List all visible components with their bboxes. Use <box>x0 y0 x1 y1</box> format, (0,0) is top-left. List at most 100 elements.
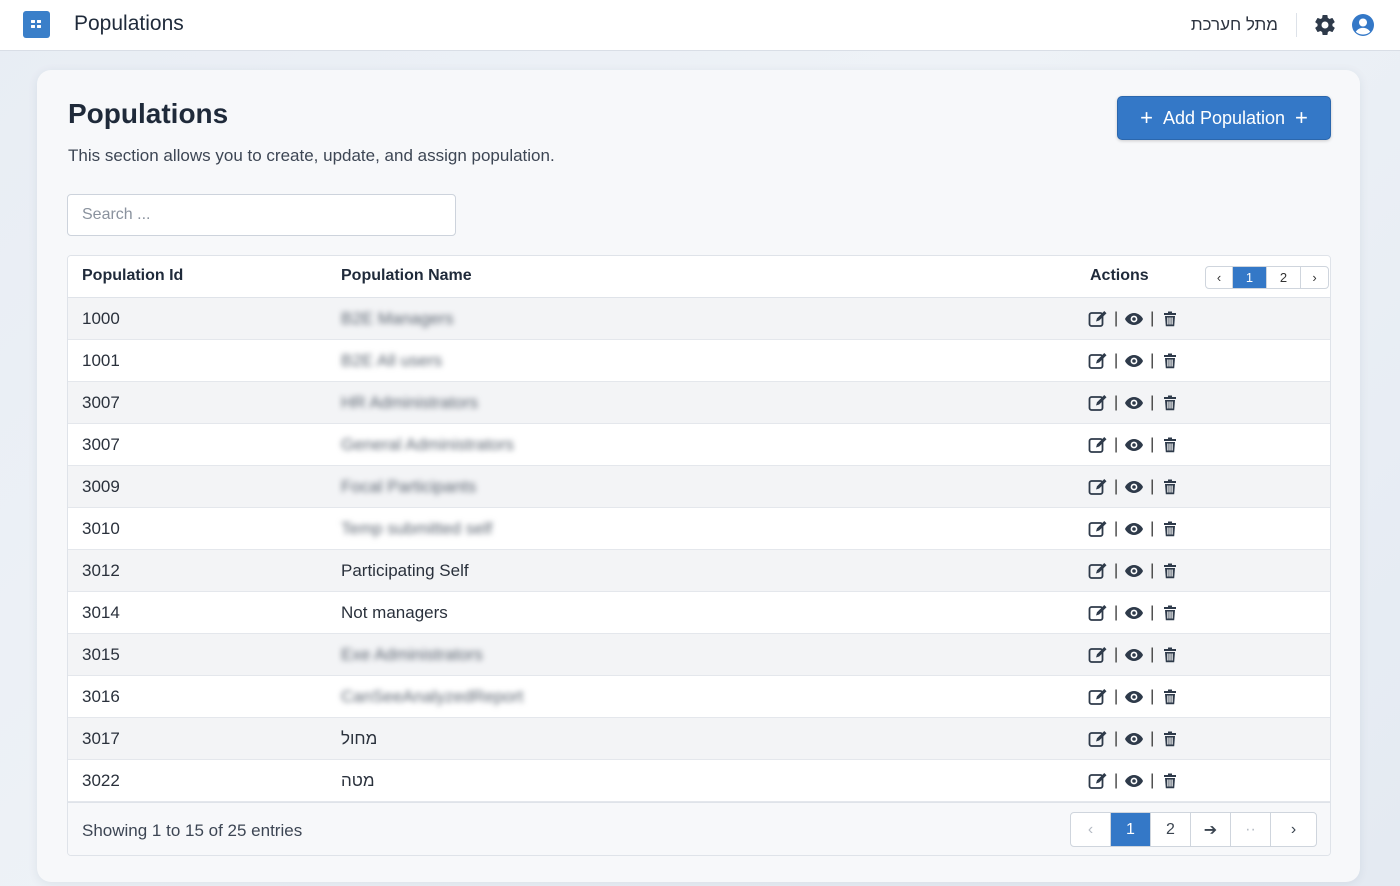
action-separator: | <box>1114 562 1119 579</box>
view-icon[interactable] <box>1124 309 1144 329</box>
action-separator: | <box>1114 646 1119 663</box>
population-id-cell: 3015 <box>82 645 120 664</box>
table-row: 3017 מחול | | <box>68 718 1330 760</box>
row-actions: | | <box>1088 519 1180 539</box>
top-pagination: ‹ 1 2 › <box>1205 266 1329 289</box>
action-separator: | <box>1150 310 1155 327</box>
edit-icon[interactable] <box>1088 393 1108 413</box>
action-separator: | <box>1150 646 1155 663</box>
pagination-next-arrow-icon[interactable]: ➔ <box>1191 813 1231 846</box>
page-description: This section allows you to create, updat… <box>68 146 555 165</box>
edit-icon[interactable] <box>1088 603 1108 623</box>
view-icon[interactable] <box>1124 393 1144 413</box>
delete-icon[interactable] <box>1160 603 1180 623</box>
user-avatar-icon[interactable] <box>1351 13 1375 37</box>
action-separator: | <box>1114 478 1119 495</box>
column-header-population-name[interactable]: Population Name <box>341 267 472 285</box>
row-actions: | | <box>1088 561 1180 581</box>
action-separator: | <box>1150 520 1155 537</box>
edit-icon[interactable] <box>1088 561 1108 581</box>
population-name-cell: General Administrators <box>341 435 514 454</box>
delete-icon[interactable] <box>1160 519 1180 539</box>
action-separator: | <box>1150 478 1155 495</box>
population-id-cell: 3012 <box>82 561 120 580</box>
population-id-cell: 3014 <box>82 603 120 622</box>
table-row: 3009 Focal Participants | | <box>68 466 1330 508</box>
table-row: 3007 HR Administrators | | <box>68 382 1330 424</box>
pagination-page-2[interactable]: 2 <box>1267 267 1301 288</box>
add-population-button[interactable]: + Add Population + <box>1117 96 1331 140</box>
edit-icon[interactable] <box>1088 729 1108 749</box>
population-name-cell: HR Administrators <box>341 393 478 412</box>
delete-icon[interactable] <box>1160 687 1180 707</box>
app-title: Populations <box>74 12 184 35</box>
population-name-cell: CanSeeAnalyzedReport <box>341 687 524 706</box>
action-separator: | <box>1114 688 1119 705</box>
action-separator: | <box>1150 730 1155 747</box>
delete-icon[interactable] <box>1160 351 1180 371</box>
pagination-last-icon[interactable]: › <box>1271 813 1316 846</box>
gear-icon[interactable] <box>1313 13 1337 37</box>
pagination-prev-icon[interactable]: ‹ <box>1071 813 1111 846</box>
edit-icon[interactable] <box>1088 309 1108 329</box>
row-actions: | | <box>1088 309 1180 329</box>
app-logo-icon[interactable] <box>23 11 50 38</box>
delete-icon[interactable] <box>1160 393 1180 413</box>
pagination-ellipsis: ·· <box>1231 813 1271 846</box>
populations-card: Populations This section allows you to c… <box>37 70 1360 882</box>
population-name-cell: Not managers <box>341 603 448 622</box>
search-input[interactable] <box>67 194 456 236</box>
edit-icon[interactable] <box>1088 645 1108 665</box>
delete-icon[interactable] <box>1160 771 1180 791</box>
page-title: Populations <box>68 98 229 129</box>
action-separator: | <box>1114 520 1119 537</box>
view-icon[interactable] <box>1124 645 1144 665</box>
delete-icon[interactable] <box>1160 645 1180 665</box>
pagination-page-1[interactable]: 1 <box>1111 813 1151 846</box>
delete-icon[interactable] <box>1160 309 1180 329</box>
edit-icon[interactable] <box>1088 771 1108 791</box>
table-row: 3014 Not managers | | <box>68 592 1330 634</box>
population-name-cell: B2E All users <box>341 351 443 370</box>
population-name-cell: Participating Self <box>341 561 469 580</box>
population-name-cell: B2E Managers <box>341 309 454 328</box>
view-icon[interactable] <box>1124 435 1144 455</box>
column-header-population-id[interactable]: Population Id <box>82 267 183 285</box>
edit-icon[interactable] <box>1088 477 1108 497</box>
delete-icon[interactable] <box>1160 477 1180 497</box>
delete-icon[interactable] <box>1160 561 1180 581</box>
pagination-page-2[interactable]: 2 <box>1151 813 1191 846</box>
edit-icon[interactable] <box>1088 435 1108 455</box>
table-row: 1001 B2E All users | | <box>68 340 1330 382</box>
view-icon[interactable] <box>1124 477 1144 497</box>
edit-icon[interactable] <box>1088 687 1108 707</box>
plus-icon: + <box>1140 105 1153 130</box>
delete-icon[interactable] <box>1160 729 1180 749</box>
action-separator: | <box>1114 310 1119 327</box>
table-row: 3007 General Administrators | | <box>68 424 1330 466</box>
view-icon[interactable] <box>1124 603 1144 623</box>
row-actions: | | <box>1088 603 1180 623</box>
edit-icon[interactable] <box>1088 351 1108 371</box>
population-id-cell: 3009 <box>82 477 120 496</box>
view-icon[interactable] <box>1124 687 1144 707</box>
action-separator: | <box>1150 394 1155 411</box>
population-id-cell: 3022 <box>82 771 120 790</box>
delete-icon[interactable] <box>1160 435 1180 455</box>
edit-icon[interactable] <box>1088 519 1108 539</box>
view-icon[interactable] <box>1124 561 1144 581</box>
population-id-cell: 3016 <box>82 687 120 706</box>
view-icon[interactable] <box>1124 519 1144 539</box>
pagination-prev-icon[interactable]: ‹ <box>1206 267 1233 288</box>
pagination-next-icon[interactable]: › <box>1301 267 1328 288</box>
action-separator: | <box>1150 352 1155 369</box>
view-icon[interactable] <box>1124 351 1144 371</box>
view-icon[interactable] <box>1124 729 1144 749</box>
action-separator: | <box>1150 604 1155 621</box>
row-actions: | | <box>1088 645 1180 665</box>
pagination-page-1[interactable]: 1 <box>1233 267 1267 288</box>
table-row: 3022 מטה | | <box>68 760 1330 802</box>
row-actions: | | <box>1088 771 1180 791</box>
user-name[interactable]: מתל חערכת <box>1180 15 1278 35</box>
view-icon[interactable] <box>1124 771 1144 791</box>
